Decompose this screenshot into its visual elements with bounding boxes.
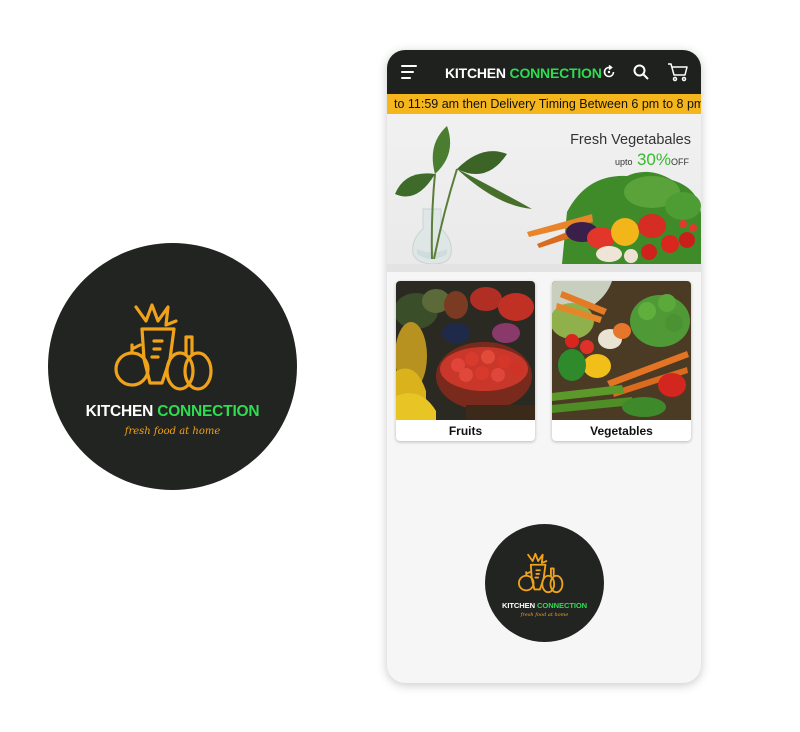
fruits-image <box>396 281 535 420</box>
phone-screen: KITCHEN CONNECTION to 11:59 am then Deli… <box>387 50 701 683</box>
marquee-text: to 11:59 am then Delivery Timing Between… <box>394 97 701 111</box>
brand-name: KITCHEN CONNECTION <box>501 601 588 610</box>
vegetables-image <box>552 281 691 420</box>
category-label: Vegetables <box>590 424 653 438</box>
cart-icon[interactable] <box>667 62 689 82</box>
category-label: Fruits <box>448 424 483 438</box>
brand-tagline: fresh food at home <box>520 612 569 618</box>
vegetables-logo-icon <box>518 552 564 594</box>
vegetables-logo-icon <box>114 303 213 391</box>
category-card-vegetables[interactable]: Vegetables <box>552 281 691 441</box>
delivery-timing-marquee: to 11:59 am then Delivery Timing Between… <box>387 94 701 114</box>
hamburger-menu-icon[interactable] <box>401 64 419 80</box>
screenshot-canvas: KITCHEN CONNECTION fresh food at home KI… <box>0 0 800 732</box>
search-icon[interactable] <box>632 63 650 81</box>
refresh-icon[interactable] <box>602 65 616 79</box>
brand-tagline: fresh food at home <box>124 426 221 437</box>
brand-name: KITCHEN CONNECTION <box>85 403 260 420</box>
app-bar: KITCHEN CONNECTION <box>387 50 701 94</box>
promo-banner[interactable]: Fresh Vegetabales upto 30%OFF <box>387 114 701 272</box>
app-title: KITCHEN CONNECTION <box>445 65 602 81</box>
banner-title: Fresh Vegetabales <box>570 132 691 148</box>
banner-offer: upto 30%OFF <box>614 150 689 169</box>
category-card-fruits[interactable]: Fruits <box>396 281 535 441</box>
brand-logo-large: KITCHEN CONNECTION fresh food at home <box>48 243 297 490</box>
brand-logo-small: KITCHEN CONNECTION fresh food at home <box>485 524 604 642</box>
